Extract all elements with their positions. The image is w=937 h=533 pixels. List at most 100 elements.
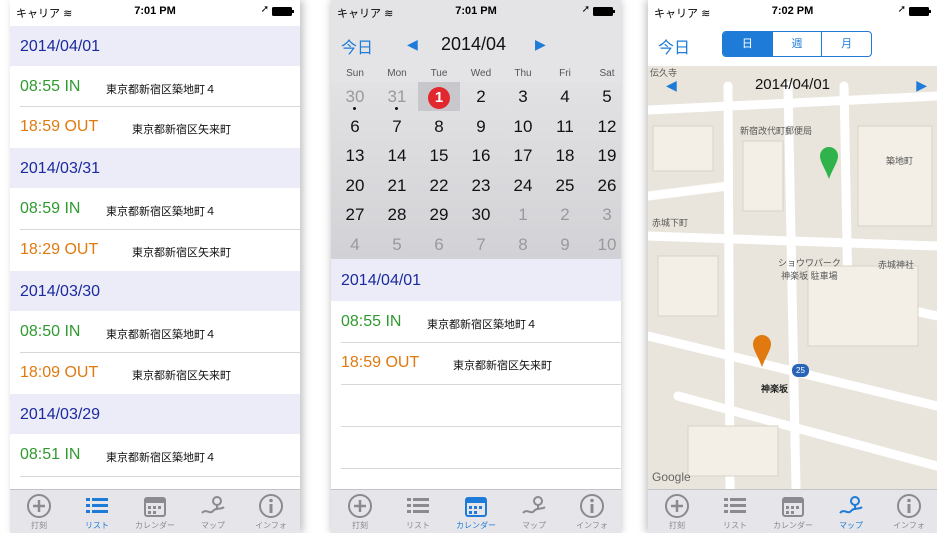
calendar-day-cell[interactable]: 30 [334, 82, 376, 111]
calendar-day-cell[interactable]: 13 [334, 141, 376, 170]
calendar-day-cell[interactable]: 5 [376, 230, 418, 259]
list-item[interactable]: 08:51 IN 東京都新宿区築地町４ [10, 434, 300, 476]
calendar-day-cell[interactable]: 29 [418, 200, 460, 229]
map-label: 伝久寺 [650, 68, 678, 78]
calendar-day-cell[interactable]: 2 [544, 200, 586, 229]
tab-label: カレンダー [135, 521, 175, 530]
next-month-button[interactable]: ▶ [535, 36, 546, 53]
prev-month-button[interactable]: ◀ [407, 36, 418, 53]
tab-info[interactable]: インフォ [242, 492, 300, 533]
calendar-day-cell[interactable]: 23 [460, 171, 502, 200]
calendar-day-cell[interactable]: 11 [544, 112, 586, 141]
tab-punch[interactable]: 打刻 [648, 492, 706, 533]
tab-label: リスト [406, 521, 430, 530]
calendar-day-cell[interactable]: 25 [544, 171, 586, 200]
calendar-day-cell[interactable]: 31 [376, 82, 418, 111]
calendar-day-cell[interactable]: 18 [544, 141, 586, 170]
list-item[interactable]: 18:29 OUT 東京都新宿区矢来町 [10, 229, 300, 271]
weekday-label: Wed [470, 68, 492, 79]
calendar-day-cell[interactable]: 22 [418, 171, 460, 200]
tab-calendar[interactable]: カレンダー [764, 492, 822, 533]
checkin-pin-icon[interactable] [819, 146, 839, 180]
calendar-day-cell[interactable]: 9 [544, 230, 586, 259]
list-item[interactable]: 18:59 OUT 東京都新宿区矢来町 [10, 106, 300, 148]
list-item[interactable]: 08:55 IN 東京都新宿区築地町４ [10, 66, 300, 108]
tab-map[interactable]: マップ [184, 492, 242, 533]
calendar-day-cell[interactable]: 28 [376, 200, 418, 229]
tab-bar: 打刻 リスト カレンダー マップ インフォ [648, 489, 937, 533]
checkout-pin-icon[interactable] [752, 334, 772, 368]
tab-info[interactable]: インフォ [880, 492, 937, 533]
tab-label: インフォ [893, 521, 925, 530]
calendar-day-cell[interactable]: 15 [418, 141, 460, 170]
calendar-day-cell[interactable]: 14 [376, 141, 418, 170]
calendar-day-cell[interactable]: 7 [376, 112, 418, 141]
calendar-day-cell[interactable]: 24 [502, 171, 544, 200]
calendar-day-cell[interactable]: 7 [460, 230, 502, 259]
next-day-button[interactable]: ▶ [916, 77, 927, 94]
today-button[interactable]: 今日 [658, 34, 690, 58]
tab-punch[interactable]: 打刻 [10, 492, 68, 533]
calendar-day-cell[interactable]: 30 [460, 200, 502, 229]
calendar-day-cell[interactable]: 26 [586, 171, 621, 200]
event-address: 東京都新宿区矢来町 [453, 360, 552, 372]
location-arrow-icon: ➚ [260, 4, 269, 15]
tab-info[interactable]: インフォ [563, 492, 621, 533]
weekday-label: Fri [559, 68, 571, 79]
map-icon [522, 496, 546, 514]
map-view[interactable]: 2014/04/01 ◀ ▶ 伝久寺 新宿改代町郵便局 築地町 赤城下町 ショウ… [648, 66, 937, 489]
calendar-day-cell[interactable]: 6 [418, 230, 460, 259]
calendar-day-cell[interactable]: 20 [334, 171, 376, 200]
tab-list[interactable]: リスト [68, 492, 126, 533]
calendar-day-cell[interactable]: 1 [502, 200, 544, 229]
list-item[interactable]: 18:09 OUT 東京都新宿区矢来町 [10, 352, 300, 394]
calendar-day-cell[interactable]: 8 [418, 112, 460, 141]
calendar-day-cell[interactable]: 8 [502, 230, 544, 259]
tab-map[interactable]: マップ [822, 492, 880, 533]
prev-day-button[interactable]: ◀ [666, 77, 677, 94]
calendar-day-cell[interactable]: 3 [586, 200, 621, 229]
status-time: 7:01 PM [134, 5, 176, 17]
calendar-day-cell[interactable]: 16 [460, 141, 502, 170]
list-screen: キャリア ≋ 7:01 PM ➚ 2014/04/01 08:55 IN 東京都… [10, 0, 300, 533]
calendar-day-cell[interactable]: 17 [502, 141, 544, 170]
tab-calendar[interactable]: カレンダー [447, 492, 505, 533]
calendar-day-cell[interactable]: 12 [586, 112, 621, 141]
tab-calendar[interactable]: カレンダー [126, 492, 184, 533]
today-button[interactable]: 今日 [341, 34, 373, 58]
calendar-day-cell[interactable]: 6 [334, 112, 376, 141]
calendar-day-cell[interactable]: 2 [460, 82, 502, 111]
event-time: 18:59 OUT [341, 354, 420, 371]
date-header: 2014/03/31 [10, 148, 300, 188]
calendar-day-cell[interactable]: 9 [460, 112, 502, 141]
calendar-day-cell[interactable]: 5 [586, 82, 621, 111]
list-item[interactable]: 08:55 IN 東京都新宿区築地町４ [331, 301, 621, 343]
weekday-label: Tue [430, 68, 448, 79]
segment-week[interactable]: 週 [771, 32, 822, 56]
list-item[interactable]: 08:50 IN 東京都新宿区築地町４ [10, 311, 300, 353]
calendar-day-cell[interactable]: 10 [586, 230, 621, 259]
battery-icon [909, 7, 931, 16]
event-time: 08:55 IN [20, 78, 81, 95]
list-item[interactable]: 18:59 OUT 東京都新宿区矢来町 [331, 342, 621, 384]
calendar-day-cell[interactable]: 19 [586, 141, 621, 170]
segment-month[interactable]: 月 [821, 32, 871, 56]
list-item[interactable]: 08:59 IN 東京都新宿区築地町４ [10, 188, 300, 230]
calendar-day-cell[interactable]: 3 [502, 82, 544, 111]
calendar-day-cell[interactable]: 4 [544, 82, 586, 111]
tab-map[interactable]: マップ [505, 492, 563, 533]
event-address: 東京都新宿区矢来町 [132, 370, 231, 382]
calendar-day-cell[interactable]: 4 [334, 230, 376, 259]
tab-punch[interactable]: 打刻 [331, 492, 389, 533]
tab-list[interactable]: リスト [706, 492, 764, 533]
calendar-day-cell[interactable]: 21 [376, 171, 418, 200]
segment-day[interactable]: 日 [723, 32, 772, 56]
tab-list[interactable]: リスト [389, 492, 447, 533]
calendar-day-cell[interactable]: 10 [502, 112, 544, 141]
tab-label: カレンダー [773, 521, 813, 530]
event-time: 08:50 IN [20, 323, 81, 340]
date-header: 2014/03/30 [10, 271, 300, 311]
info-icon [897, 494, 921, 518]
calendar-day-cell[interactable]: 27 [334, 200, 376, 229]
calendar-day-cell[interactable]: 1 [418, 82, 460, 111]
